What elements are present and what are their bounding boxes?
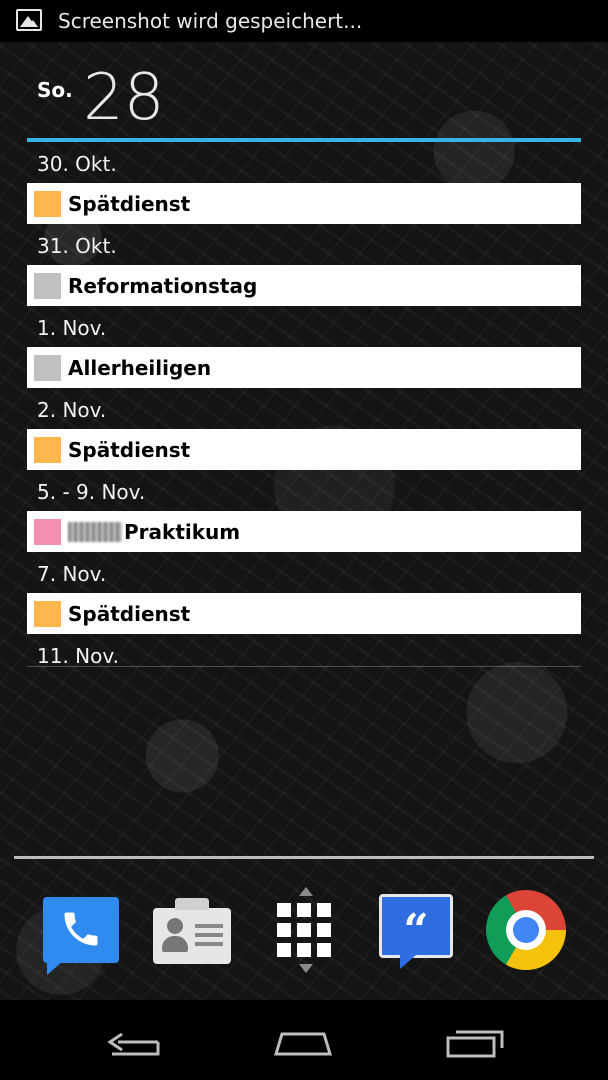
calendar-widget-header[interactable]: So. 28: [27, 62, 581, 142]
recent-apps-icon: [446, 1030, 504, 1058]
notification-text: Screenshot wird gespeichert...: [58, 9, 363, 33]
event-title: Allerheiligen: [68, 355, 212, 380]
hangouts-app[interactable]: “: [374, 888, 458, 972]
hangouts-icon: “: [379, 894, 453, 969]
recent-apps-button[interactable]: [440, 1022, 510, 1062]
back-icon: [107, 1032, 160, 1056]
event-title: Spätdienst: [68, 191, 191, 216]
event-item[interactable]: Allerheiligen: [27, 347, 581, 388]
calendar-color-swatch: [34, 190, 61, 217]
date-label: 7. Nov.: [37, 562, 107, 586]
chrome-icon: [486, 890, 566, 970]
agenda-list[interactable]: 30. Okt. Spätdienst 31. Okt. Reformation…: [27, 142, 581, 666]
phone-icon: [43, 897, 119, 975]
dock-divider: [14, 856, 594, 859]
phone-app[interactable]: [39, 888, 123, 975]
contacts-icon: [153, 898, 231, 964]
status-bar: Screenshot wird gespeichert...: [0, 0, 608, 42]
event-item[interactable]: Reformationstag: [27, 265, 581, 306]
event-title: Praktikum: [124, 519, 241, 544]
event-item[interactable]: Spätdienst: [27, 183, 581, 224]
home-icon: [273, 1032, 333, 1056]
home-button[interactable]: [268, 1022, 338, 1062]
event-item[interactable]: Spätdienst: [27, 593, 581, 634]
calendar-color-swatch: [34, 518, 61, 545]
event-title: Reformationstag: [68, 273, 258, 298]
date-label: 30. Okt.: [37, 152, 117, 176]
date-label: 11. Nov.: [37, 644, 120, 666]
event-title: Spätdienst: [68, 601, 191, 626]
app-drawer-button[interactable]: [262, 887, 346, 973]
calendar-color-swatch: [34, 354, 61, 381]
calendar-color-swatch: [34, 600, 61, 627]
date-label: 5. - 9. Nov.: [37, 480, 146, 504]
chrome-app[interactable]: [484, 888, 568, 972]
day-number: 28: [83, 61, 165, 135]
event-title: Spätdienst: [68, 437, 191, 462]
agenda-bottom-edge: [27, 666, 581, 667]
app-drawer-icon: [277, 887, 331, 973]
event-item[interactable]: Spätdienst: [27, 429, 581, 470]
date-label: 2. Nov.: [37, 398, 107, 422]
weekday-label: So.: [37, 78, 73, 102]
navigation-bar: [0, 1000, 608, 1080]
contacts-app[interactable]: [150, 888, 234, 972]
image-icon: [16, 9, 42, 31]
calendar-color-swatch: [34, 436, 61, 463]
back-button[interactable]: [100, 1022, 170, 1062]
event-item[interactable]: Praktikum: [27, 511, 581, 552]
date-label: 31. Okt.: [37, 234, 117, 258]
redacted-text: [68, 521, 122, 542]
calendar-color-swatch: [34, 272, 61, 299]
date-label: 1. Nov.: [37, 316, 107, 340]
